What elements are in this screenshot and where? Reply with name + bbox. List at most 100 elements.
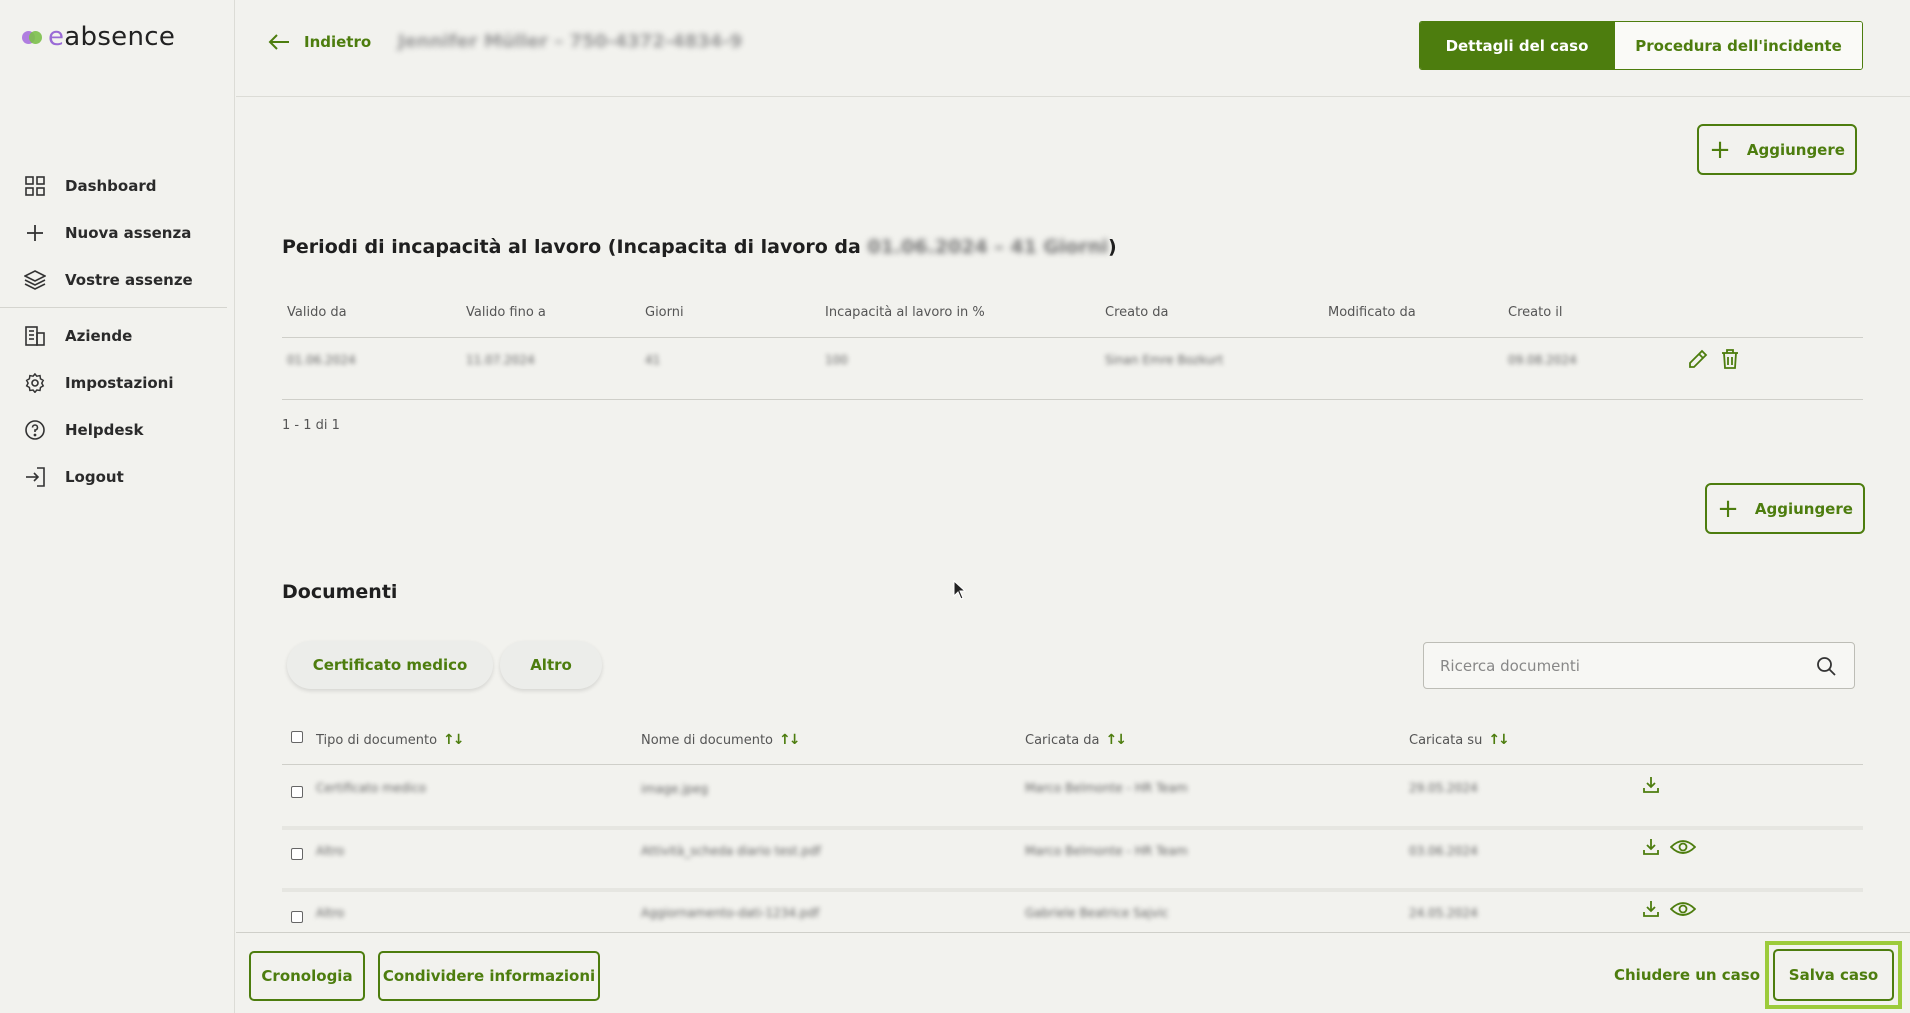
- eye-icon[interactable]: [1669, 900, 1697, 922]
- col-label: Caricata da: [1025, 733, 1100, 748]
- layers-icon: [24, 269, 46, 291]
- pagination-label: 1 - 1 di 1: [282, 418, 340, 433]
- edit-icon[interactable]: [1687, 348, 1709, 374]
- eye-icon[interactable]: [1669, 838, 1697, 860]
- back-label: Indietro: [304, 33, 372, 51]
- cell-valid-to: 11.07.2024: [466, 353, 535, 367]
- col-incapacity-percent: Incapacità al lavoro in %: [825, 305, 985, 320]
- document-search[interactable]: Ricerca documenti: [1423, 642, 1855, 689]
- tab-incident-procedure[interactable]: Procedura dell'incidente: [1614, 22, 1862, 69]
- cell-valid-from: 01.06.2024: [287, 353, 356, 367]
- col-label: Caricata su: [1409, 733, 1483, 748]
- logout-icon: [24, 466, 46, 488]
- close-case-link[interactable]: Chiudere un caso: [1614, 966, 1760, 984]
- cell-created-on: 09.08.2024: [1508, 353, 1577, 367]
- row-checkbox[interactable]: [291, 911, 303, 923]
- save-case-button[interactable]: Salva caso: [1773, 949, 1894, 1001]
- sort-icon[interactable]: ↑↓: [1106, 732, 1128, 748]
- search-icon[interactable]: [1816, 656, 1836, 680]
- sidebar-item-new-absence[interactable]: Nuova assenza: [0, 209, 235, 256]
- case-tabs: Dettagli del caso Procedura dell'inciden…: [1419, 21, 1863, 70]
- add-period-button[interactable]: + Aggiungere: [1697, 124, 1857, 175]
- cell-percent: 100: [825, 353, 848, 367]
- download-icon[interactable]: [1642, 838, 1660, 860]
- periods-title-suffix: ): [1108, 236, 1117, 258]
- sidebar-item-dashboard[interactable]: Dashboard: [0, 162, 235, 209]
- arrow-left-icon: [268, 34, 289, 50]
- select-all-checkbox[interactable]: [291, 731, 303, 743]
- logo-mark-icon: [22, 29, 44, 45]
- logo-e: e: [48, 22, 65, 52]
- cell-days: 41: [645, 353, 661, 367]
- col-uploaded-by[interactable]: Caricata da ↑↓: [1025, 732, 1128, 748]
- sidebar-item-label: Aziende: [65, 326, 133, 345]
- cell-uploaded-on: 29.05.2024: [1409, 781, 1478, 795]
- col-days: Giorni: [645, 305, 684, 320]
- sidebar-item-your-absences[interactable]: Vostre assenze: [0, 256, 235, 303]
- col-modified-by: Modificato da: [1328, 305, 1416, 320]
- share-info-button[interactable]: Condividere informazioni: [378, 951, 600, 1001]
- col-uploaded-on[interactable]: Caricata su ↑↓: [1409, 732, 1510, 748]
- sidebar: e absence Dashboard Nuova assenza Vostre …: [0, 0, 235, 1013]
- case-title: Jennifer Müller – 750-4372-4834-9: [398, 31, 743, 52]
- col-created-on: Creato il: [1508, 305, 1563, 320]
- col-valid-to: Valido fino a: [466, 305, 546, 320]
- building-icon: [24, 325, 46, 347]
- col-label: Tipo di documento: [316, 733, 438, 748]
- plus-icon: [24, 222, 46, 244]
- row-checkbox[interactable]: [291, 786, 303, 798]
- trash-icon[interactable]: [1720, 348, 1740, 374]
- filter-medical-certificate[interactable]: Certificato medico: [287, 641, 493, 689]
- download-icon[interactable]: [1642, 776, 1660, 798]
- row-checkbox[interactable]: [291, 848, 303, 860]
- search-input[interactable]: Ricerca documenti: [1440, 657, 1580, 675]
- logo-text: absence: [64, 22, 176, 52]
- col-valid-from: Valido da: [287, 305, 347, 320]
- sidebar-nav: Dashboard Nuova assenza Vostre assenze A…: [0, 162, 235, 500]
- app-logo[interactable]: e absence: [22, 22, 175, 52]
- table-divider: [282, 337, 1863, 338]
- page-header: Indietro Jennifer Müller – 750-4372-4834…: [236, 0, 1910, 97]
- table-divider: [282, 764, 1863, 765]
- sidebar-item-label: Dashboard: [65, 176, 157, 195]
- documents-title: Documenti: [282, 581, 398, 603]
- sidebar-item-companies[interactable]: Aziende: [0, 312, 235, 359]
- cell-document-name: image.jpeg: [641, 782, 709, 796]
- sidebar-item-label: Helpdesk: [65, 420, 144, 439]
- sidebar-item-label: Logout: [65, 467, 124, 486]
- sort-icon[interactable]: ↑↓: [1488, 732, 1510, 748]
- cell-uploaded-by: Gabriele Beatrice Sajvic: [1025, 906, 1169, 920]
- table-divider: [282, 399, 1863, 400]
- cell-document-type: Altro: [316, 906, 345, 920]
- cell-document-type: Certificato medico: [316, 781, 427, 795]
- periods-table: Valido da Valido fino a Giorni Incapacit…: [282, 300, 1863, 440]
- periods-title: Periodi di incapacità al lavoro (Incapac…: [282, 236, 1117, 258]
- periods-title-text: Periodi di incapacità al lavoro (Incapac…: [282, 236, 868, 258]
- filter-other[interactable]: Altro: [500, 641, 602, 689]
- sort-icon[interactable]: ↑↓: [443, 732, 465, 748]
- add-document-button[interactable]: + Aggiungere: [1705, 483, 1865, 534]
- col-created-by: Creato da: [1105, 305, 1169, 320]
- mouse-cursor-icon: [953, 580, 967, 600]
- cell-uploaded-on: 03.06.2024: [1409, 844, 1478, 858]
- cell-uploaded-on: 24.05.2024: [1409, 906, 1478, 920]
- back-link[interactable]: Indietro: [268, 33, 371, 51]
- col-label: Nome di documento: [641, 733, 774, 748]
- col-document-type[interactable]: Tipo di documento ↑↓: [316, 732, 465, 748]
- sidebar-item-settings[interactable]: Impostazioni: [0, 359, 235, 406]
- col-document-name[interactable]: Nome di documento ↑↓: [641, 732, 801, 748]
- tab-case-details[interactable]: Dettagli del caso: [1420, 22, 1614, 69]
- help-circle-icon: [24, 419, 46, 441]
- sort-icon[interactable]: ↑↓: [779, 732, 801, 748]
- cell-uploaded-by: Marco Belmonte - HR Team: [1025, 844, 1188, 858]
- sidebar-item-label: Vostre assenze: [65, 270, 193, 289]
- history-button[interactable]: Cronologia: [249, 951, 365, 1001]
- sidebar-item-logout[interactable]: Logout: [0, 453, 235, 500]
- footer-bar: Cronologia Condividere informazioni Chiu…: [236, 932, 1910, 1013]
- cell-created-by: Sinan Emre Bozkurt: [1105, 353, 1224, 367]
- sidebar-divider: [0, 307, 227, 308]
- cell-document-name: Attività_scheda diario test.pdf: [641, 844, 821, 858]
- row-divider: [282, 888, 1863, 892]
- sidebar-item-helpdesk[interactable]: Helpdesk: [0, 406, 235, 453]
- download-icon[interactable]: [1642, 900, 1660, 922]
